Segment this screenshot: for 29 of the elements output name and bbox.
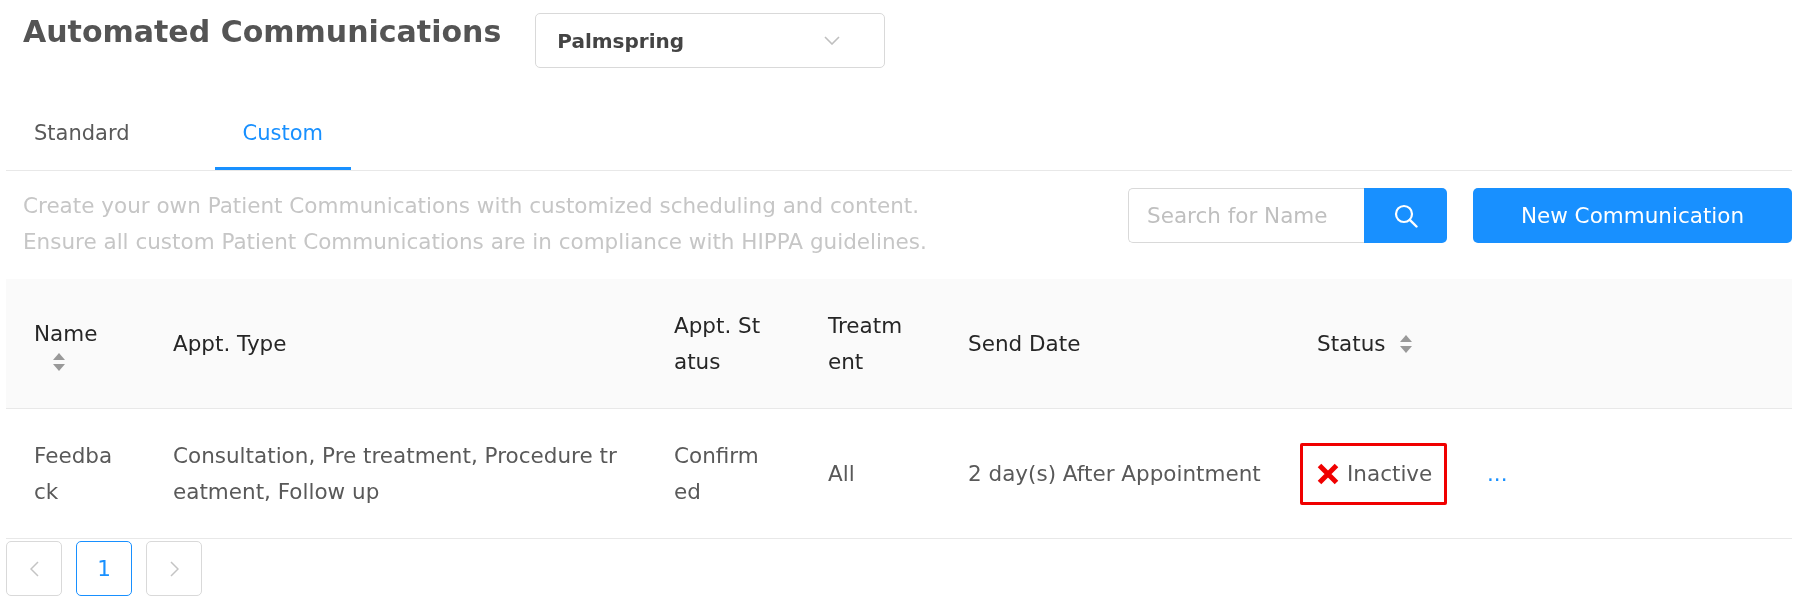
search-button[interactable] xyxy=(1364,188,1447,243)
column-header: Status xyxy=(1317,329,1386,358)
column-header: Send Date xyxy=(968,329,1081,358)
new-communication-button[interactable]: New Communication xyxy=(1473,188,1792,243)
table-cell: Feedback xyxy=(34,442,113,504)
previous-page-button[interactable] xyxy=(6,541,62,596)
chevron-down-icon xyxy=(824,36,841,45)
description-text: Ensure all custom Patient Communications are in compliance with HIPPA guidelines. xyxy=(23,228,927,256)
sort-icon[interactable] xyxy=(53,351,65,372)
column-header: Name xyxy=(34,319,98,348)
column-header: Appt. Type xyxy=(173,329,287,358)
table-cell: Confirmed xyxy=(674,442,759,504)
more-actions-link[interactable]: ... xyxy=(1487,460,1508,486)
column-header: Appt. Status xyxy=(674,311,762,376)
status-text: Inactive xyxy=(1347,459,1433,488)
sort-icon[interactable] xyxy=(1399,333,1412,354)
tab[interactable]: Custom xyxy=(214,96,351,170)
table-cell: Consultation, Pre treatment, Procedure treatment, Follow up xyxy=(173,442,617,504)
column-header: Treatment xyxy=(828,311,904,376)
page-title: Automated Communications xyxy=(23,13,502,51)
page-button[interactable]: 1 xyxy=(76,541,132,596)
search-field[interactable]: Search for Name xyxy=(1128,188,1364,243)
description-text: Create your own Patient Communications with customized scheduling and content. xyxy=(23,192,921,220)
location-select[interactable]: Palmspring xyxy=(535,13,886,68)
next-page-button[interactable] xyxy=(146,541,202,596)
table-cell: All xyxy=(828,460,855,486)
table-cell: 2 day(s) After Appointment xyxy=(968,460,1261,486)
search-icon xyxy=(1393,203,1418,228)
tab[interactable]: Standard xyxy=(6,96,158,170)
